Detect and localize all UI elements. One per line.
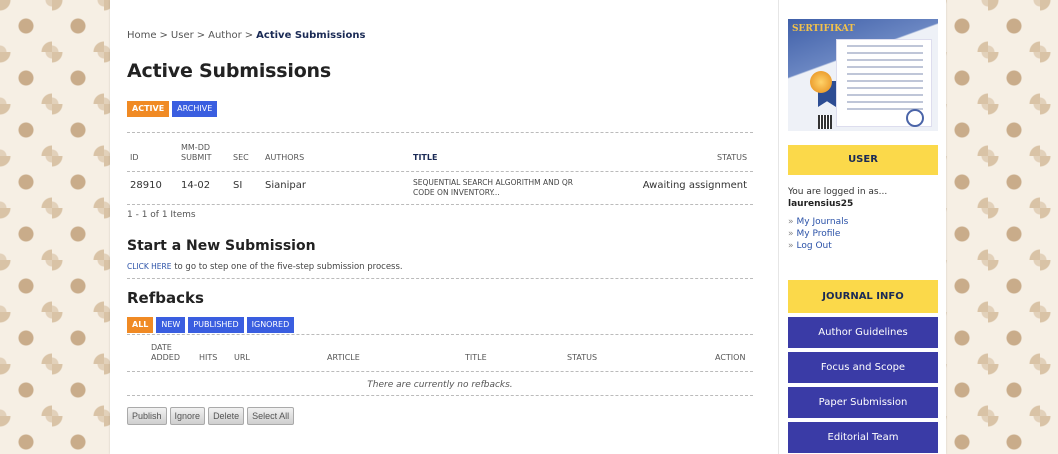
tab-ignored[interactable]: IGNORED xyxy=(246,317,295,333)
table-rule xyxy=(127,132,753,133)
log-out-label[interactable]: Log Out xyxy=(797,241,832,251)
refbacks-bottom-rule xyxy=(127,395,753,396)
column-date-added-bottom: ADDED xyxy=(151,353,181,362)
sidebar: SERTIFIKAT USER You are logged in as... … xyxy=(778,0,946,454)
column-refback-status: STATUS xyxy=(567,353,598,362)
column-id[interactable]: ID xyxy=(130,153,139,163)
bullet-icon: » xyxy=(788,229,794,239)
tab-active[interactable]: ACTIVE xyxy=(127,101,170,117)
refbacks-heading: Refbacks xyxy=(127,289,204,307)
select-all-button[interactable]: Select All xyxy=(247,407,295,425)
column-url: URL xyxy=(234,353,250,362)
items-count: 1 - 1 of 1 Items xyxy=(127,210,196,220)
row-id: 28910 xyxy=(130,180,162,191)
breadcrumb-author[interactable]: Author xyxy=(208,30,242,41)
row-status[interactable]: Awaiting assignment xyxy=(617,180,747,191)
tab-new[interactable]: NEW xyxy=(156,317,186,333)
row-title-line1[interactable]: SEQUENTIAL SEARCH ALGORITHM AND QR xyxy=(413,178,573,188)
row-title-line2[interactable]: CODE ON INVENTORY... xyxy=(413,188,573,198)
bullet-icon: » xyxy=(788,241,794,251)
row-sec: SI xyxy=(233,180,243,191)
column-hits: HITS xyxy=(199,353,218,362)
certificate-title: SERTIFIKAT xyxy=(792,24,855,34)
column-article: ARTICLE xyxy=(327,353,360,362)
qr-code-icon xyxy=(818,115,832,129)
journal-info-heading: JOURNAL INFO xyxy=(788,280,938,313)
ignore-button[interactable]: Ignore xyxy=(169,407,206,425)
column-title[interactable]: TITLE xyxy=(413,153,437,163)
breadcrumb-separator: > xyxy=(244,30,254,41)
author-guidelines-link[interactable]: Author Guidelines xyxy=(788,317,938,348)
editorial-team-link[interactable]: Editorial Team xyxy=(788,422,938,453)
tab-archive[interactable]: ARCHIVE xyxy=(172,101,218,117)
section-rule xyxy=(127,278,753,279)
submission-tabs: ACTIVE ARCHIVE xyxy=(127,101,218,117)
my-profile-link[interactable]: » My Profile xyxy=(788,228,848,240)
medal-icon xyxy=(810,71,832,93)
username: laurensius25 xyxy=(788,199,854,209)
refbacks-header-rule xyxy=(127,371,753,372)
breadcrumb-home[interactable]: Home xyxy=(127,30,157,41)
user-links: » My Journals » My Profile » Log Out xyxy=(788,216,848,252)
column-sec[interactable]: SEC xyxy=(233,153,249,163)
click-here-link[interactable]: CLICK HERE xyxy=(127,262,172,271)
refbacks-actions: Publish Ignore Delete Select All xyxy=(127,407,295,425)
row-title-link[interactable]: SEQUENTIAL SEARCH ALGORITHM AND QR CODE … xyxy=(413,178,573,198)
row-date: 14-02 xyxy=(181,180,211,191)
column-date-bottom[interactable]: SUBMIT xyxy=(181,153,212,163)
focus-and-scope-link[interactable]: Focus and Scope xyxy=(788,352,938,383)
page-title: Active Submissions xyxy=(127,60,331,82)
user-block-heading: USER xyxy=(788,145,938,175)
tab-all[interactable]: ALL xyxy=(127,317,154,333)
column-refback-title: TITLE xyxy=(465,353,487,362)
breadcrumb-separator: > xyxy=(196,30,206,41)
tab-published[interactable]: PUBLISHED xyxy=(188,317,244,333)
empty-message: There are currently no refbacks. xyxy=(367,380,513,390)
breadcrumb: Home > User > Author > Active Submissions xyxy=(127,30,365,41)
log-out-link[interactable]: » Log Out xyxy=(788,240,848,252)
refbacks-rule xyxy=(127,334,753,335)
publish-button[interactable]: Publish xyxy=(127,407,167,425)
bullet-icon: » xyxy=(788,217,794,227)
delete-button[interactable]: Delete xyxy=(208,407,245,425)
row-authors: Sianipar xyxy=(265,180,306,191)
new-submission-heading: Start a New Submission xyxy=(127,238,316,254)
new-submission-description: to go to step one of the five-step submi… xyxy=(171,262,403,272)
breadcrumb-user[interactable]: User xyxy=(171,30,194,41)
logged-in-text: You are logged in as... xyxy=(788,187,888,197)
column-status[interactable]: STATUS xyxy=(717,153,747,163)
column-action: ACTION xyxy=(715,353,746,362)
breadcrumb-current[interactable]: Active Submissions xyxy=(256,30,365,41)
certificate-image[interactable]: SERTIFIKAT xyxy=(788,19,938,131)
header-rule xyxy=(127,171,753,172)
seal-icon xyxy=(906,109,924,127)
new-submission-text: CLICK HERE to go to step one of the five… xyxy=(127,262,403,272)
my-profile-label[interactable]: My Profile xyxy=(797,229,841,239)
paper-submission-link[interactable]: Paper Submission xyxy=(788,387,938,418)
column-date-added-top: DATE xyxy=(151,343,172,352)
page-container: Home > User > Author > Active Submissions Acti… xyxy=(110,0,946,454)
refbacks-tabs: ALL NEW PUBLISHED IGNORED xyxy=(127,317,295,333)
column-authors[interactable]: AUTHORS xyxy=(265,153,304,163)
main-content: Home > User > Author > Active Submissions Acti… xyxy=(127,0,753,454)
column-date-top[interactable]: MM-DD xyxy=(181,143,210,153)
my-journals-link[interactable]: » My Journals xyxy=(788,216,848,228)
row-rule xyxy=(127,204,753,205)
my-journals-label[interactable]: My Journals xyxy=(797,217,849,227)
breadcrumb-separator: > xyxy=(159,30,168,41)
login-status: You are logged in as... laurensius25 xyxy=(788,186,887,210)
